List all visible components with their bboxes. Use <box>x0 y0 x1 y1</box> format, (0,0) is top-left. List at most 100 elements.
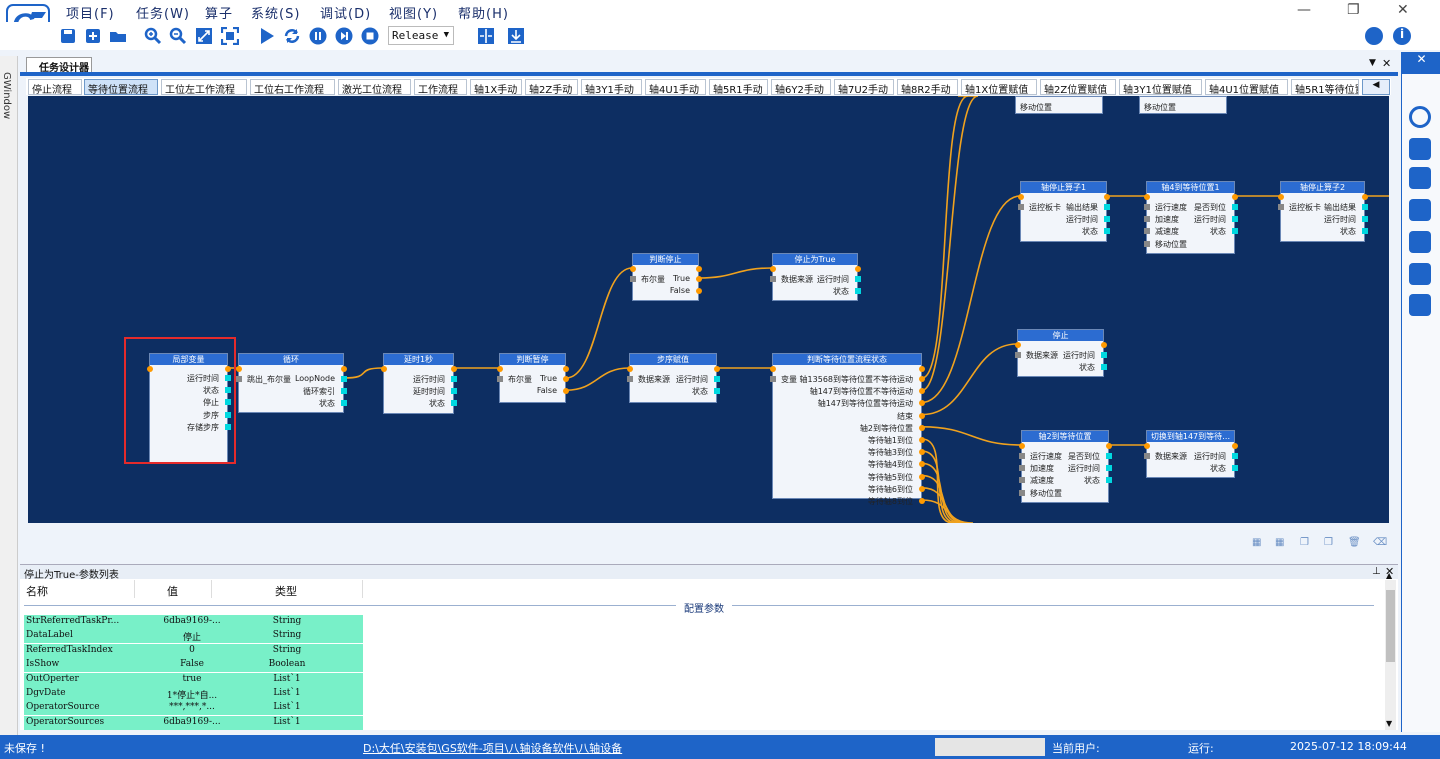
port-pin[interactable] <box>1232 228 1238 235</box>
port-pin[interactable] <box>1362 204 1368 210</box>
flow-tab[interactable]: 轴6Y2手动 <box>771 79 831 95</box>
port-pin[interactable] <box>1015 352 1021 358</box>
port-pin[interactable] <box>563 366 569 372</box>
port-pin[interactable] <box>770 366 776 372</box>
flow-tab[interactable]: 轴8R2手动 <box>897 79 958 95</box>
port-pin[interactable] <box>919 366 925 372</box>
user-icon[interactable] <box>1365 27 1383 45</box>
port-pin[interactable] <box>1232 443 1238 449</box>
port-pin[interactable] <box>1278 194 1284 200</box>
grid-list-icon[interactable] <box>1409 199 1431 221</box>
flow-node[interactable]: 停止为True 数据来源 运行时间 状态 <box>770 253 861 301</box>
port-pin[interactable] <box>1104 228 1110 235</box>
port-pin[interactable] <box>770 276 776 282</box>
flow-tab[interactable]: 轴7U2手动 <box>834 79 894 95</box>
checklist-icon[interactable] <box>1409 138 1431 160</box>
fit-icon[interactable] <box>195 27 213 45</box>
zoom-in-icon[interactable] <box>144 27 162 45</box>
flow-tab[interactable]: 工位左工作流程 <box>161 79 247 95</box>
scroll-down-icon[interactable]: ▼ <box>1386 719 1392 728</box>
split-icon[interactable] <box>477 27 495 45</box>
dropdown-icon[interactable]: ▼ <box>1369 58 1376 68</box>
settings-list-icon[interactable] <box>1409 167 1431 189</box>
port-pin[interactable] <box>497 366 503 372</box>
flow-node[interactable]: 步序赋值 数据来源 运行时间 状态 <box>627 353 720 403</box>
info-icon[interactable]: i <box>1393 27 1411 45</box>
port-pin[interactable] <box>1015 342 1021 348</box>
flow-tab[interactable]: 轴2Z位置赋值 <box>1040 79 1116 95</box>
close-icon[interactable]: ✕ <box>1402 52 1440 74</box>
flow-tab[interactable]: 轴3Y1手动 <box>581 79 642 95</box>
port-pin[interactable] <box>714 388 720 395</box>
param-row[interactable]: OperatorSource ***,***,*... List`1 <box>24 701 363 716</box>
gwindow-tab[interactable]: GWindow <box>1 72 12 119</box>
loop-run-icon[interactable] <box>283 27 301 45</box>
port-pin[interactable] <box>1144 216 1150 223</box>
zoom-out-icon[interactable] <box>169 27 187 45</box>
flow-tab[interactable]: 轴3Y1位置赋值 <box>1119 79 1202 95</box>
port-pin[interactable] <box>1144 443 1150 449</box>
flow-tab[interactable]: 工作流程 <box>414 79 467 95</box>
restore-icon[interactable]: ❐ <box>1347 2 1360 18</box>
port-pin[interactable] <box>1104 216 1110 223</box>
port-pin[interactable] <box>1362 194 1368 200</box>
port-pin[interactable] <box>855 288 861 295</box>
flow-node[interactable]: 停止 数据来源 运行时间 状态 <box>1015 329 1107 377</box>
port-pin[interactable] <box>1106 443 1112 449</box>
port-pin[interactable] <box>1232 465 1238 472</box>
port-pin[interactable] <box>1106 453 1112 459</box>
flow-tab[interactable]: 轴4U1位置赋值 <box>1205 79 1288 95</box>
port-pin[interactable] <box>1144 228 1150 235</box>
flow-tab[interactable]: 工位右工作流程 <box>250 79 335 95</box>
port-pin[interactable] <box>1101 364 1107 371</box>
port-pin[interactable] <box>341 376 347 382</box>
orbit-icon[interactable] <box>1409 106 1431 128</box>
param-row[interactable]: ReferredTaskIndex 0 String <box>24 643 363 658</box>
flow-tab[interactable]: 等待位置流程 <box>84 79 158 95</box>
delete-icon[interactable]: 🗑 <box>1348 537 1361 549</box>
port-pin[interactable] <box>919 485 925 492</box>
port-pin[interactable] <box>855 276 861 282</box>
port-pin[interactable] <box>714 366 720 372</box>
menu-operator[interactable]: 算子 <box>205 3 233 22</box>
port-pin[interactable] <box>1232 453 1238 459</box>
param-row[interactable]: OutOperter true List`1 <box>24 672 363 687</box>
param-row[interactable]: OperatorSources 6dba9169-... List`1 <box>24 715 363 730</box>
header-type[interactable]: 类型 <box>275 583 297 599</box>
port-pin[interactable] <box>627 366 633 372</box>
flow-tab[interactable]: 激光工位流程 <box>338 79 411 95</box>
port-pin[interactable] <box>919 437 925 443</box>
pin-icon[interactable]: ⊥ <box>1372 566 1381 577</box>
port-pin[interactable] <box>563 376 569 382</box>
header-value[interactable]: 值 <box>167 583 178 599</box>
port-pin[interactable] <box>1106 465 1112 472</box>
port-pin[interactable] <box>1019 477 1025 484</box>
header-name[interactable]: 名称 <box>26 583 48 599</box>
flow-node[interactable]: 轴2到等待位置 运行速度 加速度 减速度 移动位置 是否到位 运行时间 状态 <box>1019 430 1112 503</box>
save-icon[interactable] <box>59 27 77 45</box>
port-pin[interactable] <box>236 376 242 382</box>
flow-tab[interactable]: 轴5R1手动 <box>709 79 768 95</box>
port-pin[interactable] <box>627 376 633 382</box>
scroll-up-icon[interactable]: ▲ <box>1386 571 1392 580</box>
port-pin[interactable] <box>341 366 347 372</box>
download-icon[interactable] <box>507 27 525 45</box>
port-pin[interactable] <box>341 388 347 395</box>
menu-help[interactable]: 帮助(H) <box>458 3 509 22</box>
layers-icon[interactable] <box>1409 231 1431 253</box>
clear-icon[interactable]: ⌫ <box>1373 537 1387 549</box>
port-pin[interactable] <box>919 376 925 382</box>
stop-icon[interactable] <box>361 27 379 45</box>
port-pin[interactable] <box>497 376 503 382</box>
port-pin[interactable] <box>1104 204 1110 210</box>
port-pin[interactable] <box>714 376 720 382</box>
port-pin[interactable] <box>1362 216 1368 223</box>
open-folder-icon[interactable] <box>109 27 127 45</box>
flow-node[interactable]: 判断停止 布尔量 True False <box>630 253 702 301</box>
minimize-icon[interactable]: — <box>1297 2 1311 18</box>
flow-tab[interactable]: 轴1X位置赋值 <box>961 79 1037 95</box>
menu-debug[interactable]: 调试(D) <box>320 3 371 22</box>
pause-icon[interactable] <box>309 27 327 45</box>
port-pin[interactable] <box>1106 477 1112 484</box>
close-doc-icon[interactable]: ✕ <box>1382 57 1391 70</box>
